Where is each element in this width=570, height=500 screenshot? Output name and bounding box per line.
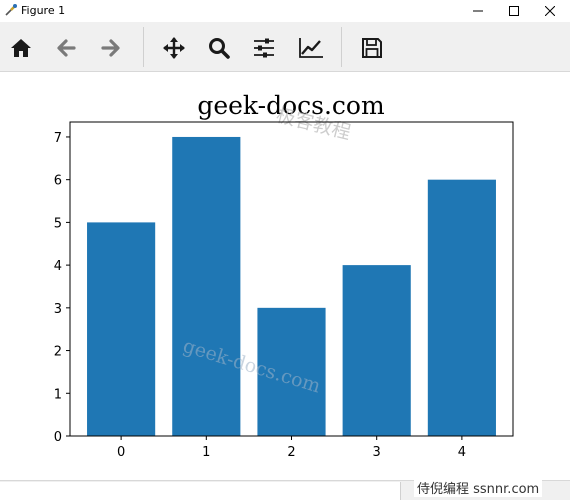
maximize-icon [509,6,519,16]
y-tick-label: 2 [54,345,62,360]
edit-axis-button[interactable] [296,34,324,62]
y-tick-label: 5 [54,216,62,231]
bar-1 [172,136,241,436]
x-tick-label: 2 [287,445,295,460]
back-arrow-icon [57,39,76,57]
navigation-toolbar [0,22,570,72]
app-icon [5,4,17,16]
bar-0 [87,222,156,436]
window-titlebar: Figure 1 [0,0,570,22]
bar-3 [342,265,411,436]
y-tick-label: 0 [54,430,62,445]
y-tick-label: 6 [54,174,62,189]
configure-subplots-button[interactable] [250,34,278,62]
minimize-button[interactable] [460,0,496,22]
close-button[interactable] [532,0,568,22]
bar-4 [427,179,496,436]
zoom-button[interactable] [205,34,233,62]
y-tick-label: 3 [54,302,62,317]
y-tick-label: 1 [54,387,62,402]
toolbar-separator [143,27,144,67]
maximize-button[interactable] [496,0,532,22]
forward-arrow-icon [101,39,120,57]
bars-group [87,136,496,436]
save-floppy-icon [362,38,382,58]
toolbar-separator [341,27,342,67]
window-title: Figure 1 [21,4,66,17]
save-button[interactable] [358,34,386,62]
y-tick-label: 7 [54,131,62,146]
zoom-magnifier-icon [209,38,230,59]
pan-button[interactable] [160,34,188,62]
figure-canvas[interactable]: geek-docs.com 极客教程 geek-docs.com 0123456… [0,72,570,480]
home-icon [11,39,31,57]
x-tick-label: 1 [202,445,210,460]
home-button[interactable] [7,34,35,62]
edit-axis-icon [299,38,323,58]
x-tick-label: 3 [373,445,381,460]
x-tick-label: 0 [117,445,125,460]
y-axis: 0 1 2 3 4 5 6 7 [54,131,70,445]
configure-subplots-icon [254,38,274,58]
close-icon [545,6,555,16]
forward-button[interactable] [97,34,125,62]
y-tick-label: 4 [54,259,62,274]
bar-chart: geek-docs.com 极客教程 geek-docs.com 0123456… [54,91,514,460]
x-axis: 0 1 2 3 4 [117,436,466,460]
minimize-icon [473,10,483,12]
back-button[interactable] [52,34,80,62]
x-tick-label: 4 [458,445,466,460]
pan-move-icon [163,37,185,59]
brand-text: 侍倪编程 ssnnr.com [414,478,543,497]
status-message-field [0,482,401,500]
